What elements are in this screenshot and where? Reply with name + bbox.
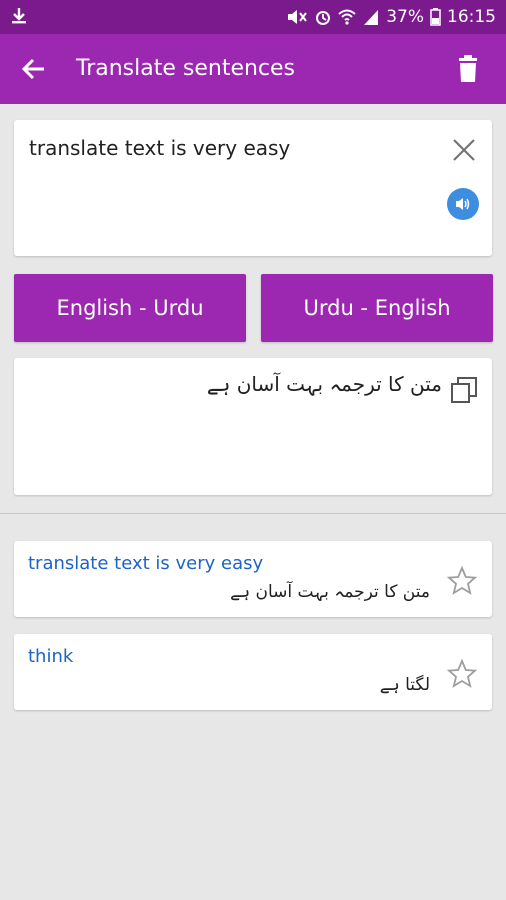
speaker-icon[interactable] (447, 188, 479, 220)
input-field[interactable]: translate text is very easy (29, 136, 290, 160)
output-card: متن کا ترجمہ بہت آسان ہے (14, 358, 492, 495)
clock: 16:15 (447, 7, 496, 27)
battery-icon (430, 8, 441, 26)
history-source: think (28, 646, 74, 667)
download-icon (10, 6, 28, 26)
signal-icon (362, 8, 380, 26)
urdu-english-button[interactable]: Urdu - English (261, 274, 493, 342)
wifi-icon (338, 8, 356, 26)
divider (0, 513, 506, 514)
star-outline-icon[interactable] (446, 658, 478, 690)
translation-output: متن کا ترجمہ بہت آسان ہے (206, 372, 442, 396)
battery-percent: 37% (386, 7, 424, 27)
status-bar: 37% 16:15 (0, 0, 506, 34)
history-translation: متن کا ترجمہ بہت آسان ہے (230, 582, 430, 602)
mute-icon (286, 8, 308, 26)
english-urdu-button[interactable]: English - Urdu (14, 274, 246, 342)
trash-icon[interactable] (456, 54, 480, 84)
copy-icon[interactable] (450, 376, 478, 404)
app-bar: Translate sentences (0, 34, 506, 104)
history-translation: لگتا ہے (379, 675, 430, 695)
list-item[interactable]: translate text is very easy متن کا ترجمہ… (14, 541, 492, 617)
list-item[interactable]: think لگتا ہے (14, 634, 492, 710)
close-icon[interactable] (452, 138, 476, 162)
star-outline-icon[interactable] (446, 565, 478, 597)
alarm-icon (314, 8, 332, 26)
history-source: translate text is very easy (28, 553, 264, 574)
arrow-left-icon[interactable] (20, 55, 48, 83)
page-title: Translate sentences (76, 56, 296, 81)
input-card: translate text is very easy (14, 120, 492, 256)
